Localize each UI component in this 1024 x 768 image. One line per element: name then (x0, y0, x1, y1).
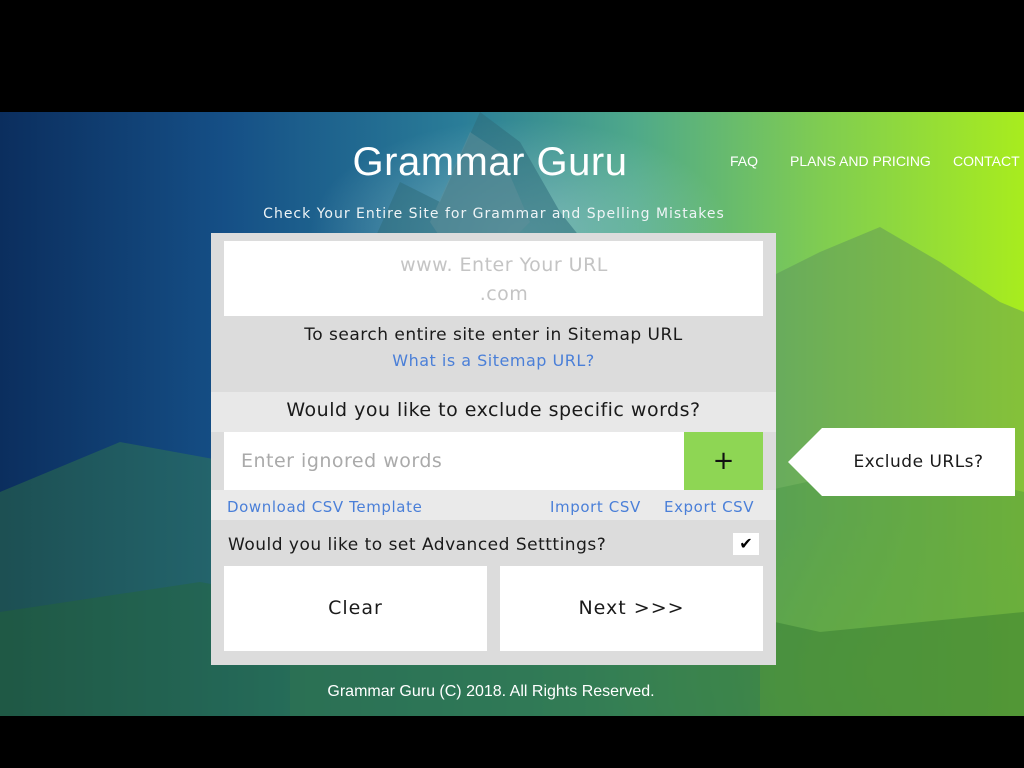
url-input[interactable] (374, 251, 634, 309)
top-nav: FAQ PLANS AND PRICING CONTACT (0, 153, 1024, 173)
sitemap-help-link[interactable]: What is a Sitemap URL? (211, 351, 776, 370)
exclude-urls-button[interactable]: Exclude URLs? (822, 428, 1015, 496)
ignored-words-input[interactable] (224, 432, 684, 490)
url-box (224, 241, 763, 316)
clear-button[interactable]: Clear (224, 566, 487, 651)
nav-plans-and-pricing[interactable]: PLANS AND PRICING (790, 153, 931, 169)
next-button[interactable]: Next >>> (500, 566, 763, 651)
tagline: Check Your Entire Site for Grammar and S… (263, 206, 725, 222)
footer-copyright: Grammar Guru (C) 2018. All Rights Reserv… (327, 683, 655, 700)
search-panel: To search entire site enter in Sitemap U… (211, 233, 776, 665)
download-csv-template-link[interactable]: Download CSV Template (227, 498, 422, 516)
advanced-settings-checkbox[interactable]: ✔ (733, 533, 759, 555)
sitemap-hint: To search entire site enter in Sitemap U… (304, 325, 683, 345)
export-csv-link[interactable]: Export CSV (664, 498, 754, 516)
checkmark-icon: ✔ (739, 534, 753, 553)
advanced-settings-label: Would you like to set Advanced Setttings… (228, 535, 607, 555)
nav-faq[interactable]: FAQ (730, 153, 758, 169)
nav-contact[interactable]: CONTACT (953, 153, 1020, 169)
import-csv-link[interactable]: Import CSV (550, 498, 641, 516)
exclude-urls-arrow-icon (788, 428, 822, 496)
add-word-button[interactable]: + (684, 432, 763, 490)
exclude-words-question: Would you like to exclude specific words… (286, 399, 701, 421)
